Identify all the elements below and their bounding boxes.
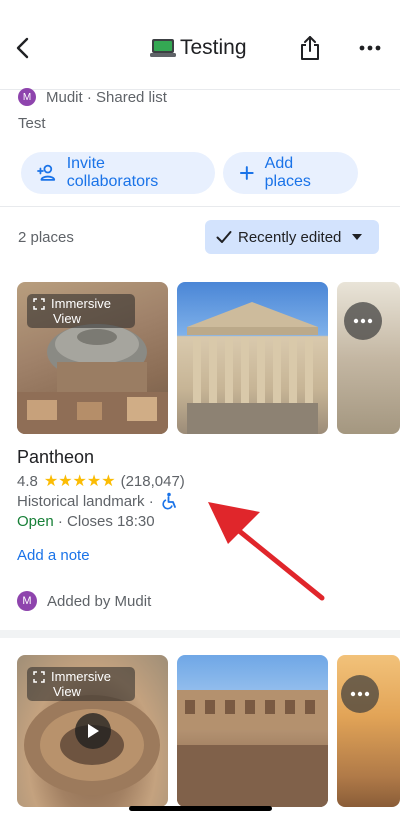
- place-photo-facade[interactable]: [177, 282, 328, 434]
- divider: [0, 206, 400, 207]
- immersive-label-2: View: [53, 311, 81, 326]
- star-rating: ★★★★★: [43, 473, 116, 490]
- more-photos-button[interactable]: [344, 302, 382, 340]
- colosseum-interior-illustration: [177, 690, 328, 807]
- add-person-icon: [37, 164, 56, 181]
- top-app-bar: Testing: [0, 0, 400, 90]
- back-arrow-icon[interactable]: [12, 34, 36, 62]
- more-horizontal-icon[interactable]: [358, 38, 382, 58]
- immersive-label: Immersive: [51, 669, 111, 684]
- added-by: M Added by Mudit: [17, 591, 151, 611]
- list-owner: M Mudit · Shared list: [18, 88, 167, 106]
- checkmark-icon: [216, 231, 232, 243]
- hours-row: Open · Closes 18:30: [17, 513, 155, 530]
- dropdown-triangle-icon: [352, 234, 363, 240]
- place-name[interactable]: Pantheon: [17, 447, 94, 468]
- page-title: Testing: [180, 36, 247, 59]
- sort-label: Recently edited: [238, 228, 342, 246]
- section-separator: [0, 630, 400, 638]
- list-description: Test: [18, 115, 46, 132]
- plus-icon: [239, 166, 254, 180]
- title-area: Testing: [150, 33, 247, 63]
- sort-dropdown[interactable]: Recently edited: [205, 220, 379, 254]
- invite-collaborators-label: Invite collaborators: [66, 155, 159, 190]
- place-photo-interior[interactable]: [337, 282, 400, 434]
- owner-text: Mudit · Shared list: [46, 88, 167, 106]
- rating-value: 4.8: [17, 472, 38, 490]
- rating-row: 4.8 ★★★★★ (218,047): [17, 471, 185, 491]
- place-photo-aerial[interactable]: Immersive View: [17, 282, 168, 434]
- place-photo-colosseum-aerial[interactable]: Immersive View: [17, 655, 168, 807]
- play-icon: [88, 724, 99, 738]
- immersive-view-icon: [33, 297, 45, 310]
- owner-avatar: M: [18, 88, 36, 106]
- add-note-link[interactable]: Add a note: [17, 547, 90, 564]
- review-count: (218,047): [120, 472, 185, 490]
- annotation-arrow: [208, 502, 325, 601]
- home-indicator[interactable]: [129, 806, 272, 811]
- added-by-text: Added by Mudit: [47, 592, 152, 610]
- share-icon[interactable]: [298, 34, 322, 62]
- immersive-view-icon: [33, 670, 45, 683]
- laptop-emoji-icon: [150, 37, 176, 59]
- invite-collaborators-button[interactable]: Invite collaborators: [21, 152, 215, 194]
- immersive-label-2: View: [53, 684, 81, 699]
- play-video-button[interactable]: [75, 713, 111, 749]
- category-row: Historical landmark ·: [17, 492, 178, 510]
- place-photo-colosseum-interior[interactable]: [177, 655, 328, 807]
- open-status: Open: [17, 513, 54, 530]
- immersive-label: Immersive: [51, 296, 111, 311]
- more-horizontal-icon: [353, 318, 373, 324]
- more-horizontal-icon: [350, 691, 370, 697]
- immersive-view-badge[interactable]: Immersive View: [27, 294, 135, 328]
- add-places-button[interactable]: Add places: [223, 152, 358, 194]
- pantheon-facade-illustration: [187, 302, 318, 434]
- closing-time: · Closes 18:30: [57, 513, 155, 530]
- added-by-avatar: M: [17, 591, 37, 611]
- place-category: Historical landmark ·: [17, 492, 154, 510]
- place-photo-colosseum-sunset[interactable]: [337, 655, 400, 807]
- add-places-label: Add places: [264, 155, 311, 190]
- immersive-view-badge[interactable]: Immersive View: [27, 667, 135, 701]
- places-count: 2 places: [18, 229, 74, 246]
- wheelchair-icon: [162, 492, 176, 510]
- more-photos-button[interactable]: [341, 675, 379, 713]
